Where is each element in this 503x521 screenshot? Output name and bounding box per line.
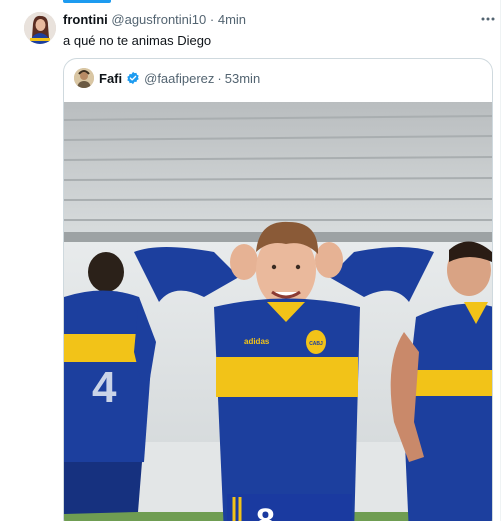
quoted-tweet-header: Fafi @faafiperez · 53min	[74, 68, 260, 88]
more-options-icon[interactable]	[478, 9, 498, 29]
timeline-divider	[500, 0, 501, 521]
author-handle[interactable]: @agusfrontini10	[111, 12, 206, 27]
tweet-header: frontini @agusfrontini10 · 4min	[63, 11, 246, 28]
quoted-tweet-timestamp[interactable]: 53min	[225, 71, 260, 86]
tweet-text: a qué no te animas Diego	[63, 33, 212, 48]
brand-logo: adidas	[244, 337, 270, 346]
quoted-header-separator: ·	[217, 70, 222, 86]
active-tab-indicator	[63, 0, 111, 3]
quoted-author-name[interactable]: Fafi	[99, 71, 122, 86]
header-separator: ·	[209, 12, 215, 27]
author-avatar[interactable]	[24, 12, 56, 44]
tweet-timestamp[interactable]: 4min	[218, 12, 246, 27]
left-jersey-number: 4	[92, 363, 117, 412]
quoted-author-handle[interactable]: @faafiperez	[144, 71, 214, 86]
author-name[interactable]: frontini	[63, 12, 108, 27]
verified-badge-icon	[126, 71, 140, 85]
quoted-tweet-card[interactable]: Fafi @faafiperez · 53min 4 CABJ adidas 8	[63, 58, 493, 521]
quoted-author-avatar[interactable]	[74, 68, 94, 88]
quoted-tweet-photo[interactable]: 4 CABJ adidas 8	[64, 102, 492, 521]
central-jersey-number: 8	[256, 502, 275, 521]
club-crest: CABJ	[309, 341, 323, 347]
